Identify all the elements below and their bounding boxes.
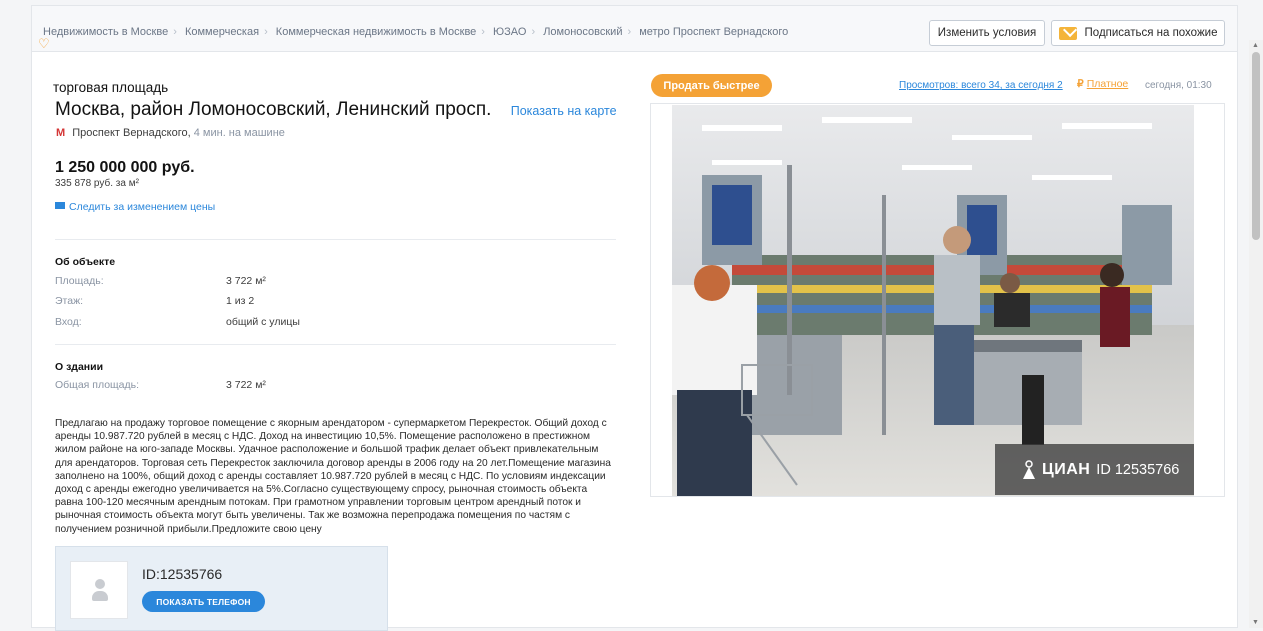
show-phone-button[interactable]: ПОКАЗАТЬ ТЕЛЕФОН (142, 591, 265, 612)
page-scrollbar[interactable]: ▲ ▼ (1249, 40, 1263, 628)
breadcrumb-item[interactable]: Ломоносовский (543, 26, 622, 38)
contact-card: ID:12535766 ПОКАЗАТЬ ТЕЛЕФОН (55, 546, 388, 631)
cian-watermark: ЦИАН ID 12535766 (995, 444, 1194, 495)
metro-station: Проспект Вернадского, (72, 127, 191, 139)
avatar (70, 561, 128, 619)
metro-info: M Проспект Вернадского, 4 мин. на машине (56, 127, 285, 139)
watch-price-link[interactable]: Следить за изменением цены (55, 201, 215, 213)
price-per-m2: 335 878 руб. за м² (55, 178, 139, 189)
breadcrumb-item[interactable]: метро Проспект Вернадского (639, 26, 788, 38)
listing-description: Предлагаю на продажу торговое помещение … (55, 418, 611, 535)
supermarket-photo-illustration (672, 105, 1194, 496)
show-on-map-link[interactable]: Показать на карте (511, 104, 617, 118)
price: 1 250 000 000 руб. (55, 159, 195, 176)
breadcrumb-item[interactable]: Коммерческая недвижимость в Москве (276, 26, 477, 38)
subscribe-similar-label: Подписаться на похожие (1084, 27, 1218, 39)
envelope-icon (55, 202, 65, 209)
change-conditions-label: Изменить условия (937, 27, 1037, 39)
breadcrumb-separator: › (531, 26, 536, 38)
scrollbar-thumb[interactable] (1252, 52, 1260, 240)
divider (55, 239, 616, 240)
info-value: 1 из 2 (226, 295, 255, 307)
listing-page: Недвижимость в Москве › Коммерческая › Ком… (31, 5, 1238, 631)
publish-date: сегодня, 01:30 (1145, 80, 1212, 91)
breadcrumb-item[interactable]: Коммерческая (185, 26, 259, 38)
subscribe-similar-button[interactable]: Подписаться на похожие (1051, 20, 1225, 46)
address-text: Москва, район Ломоносовский, Ленинский п… (55, 99, 492, 120)
cian-logo-text: ЦИАН (1042, 460, 1091, 478)
breadcrumb-separator: › (264, 26, 268, 38)
metro-distance: 4 мин. на машине (193, 127, 285, 139)
info-value: 3 722 м² (226, 275, 266, 287)
info-key: Этаж: (55, 295, 84, 307)
listing-photo[interactable]: ЦИАН ID 12535766 (672, 105, 1194, 496)
favorite-heart-icon[interactable]: ♡ (38, 36, 50, 52)
info-key: Площадь: (55, 275, 104, 287)
info-value: 3 722 м² (226, 379, 266, 391)
info-key: Вход: (55, 316, 82, 328)
listing-address: Москва, район Ломоносовский, Ленинский п… (55, 99, 617, 121)
ruble-icon: ₽ (1077, 78, 1084, 90)
paid-badge[interactable]: ₽ Платное (1077, 78, 1128, 90)
user-placeholder-icon (92, 579, 108, 601)
breadcrumb-separator: › (481, 26, 485, 38)
breadcrumb-item[interactable]: Недвижимость в Москве (43, 26, 168, 38)
info-key: Общая площадь: (55, 379, 140, 391)
change-conditions-button[interactable]: Изменить условия (929, 20, 1045, 46)
views-stats-link[interactable]: Просмотров: всего 34, за сегодня 2 (899, 80, 1063, 91)
contact-id: ID:12535766 (142, 566, 223, 582)
listing-type: торговая площадь (53, 80, 169, 95)
about-building-title: О здании (55, 361, 104, 373)
divider (55, 344, 616, 345)
sell-faster-button[interactable]: Продать быстрее (651, 74, 772, 97)
about-object-title: Об объекте (55, 256, 116, 268)
breadcrumb-item[interactable]: ЮЗАО (493, 26, 526, 38)
info-value: общий с улицы (226, 316, 300, 328)
paid-label: Платное (1086, 78, 1129, 90)
metro-icon: M (56, 127, 66, 139)
watch-price-label: Следить за изменением цены (69, 201, 216, 213)
envelope-icon (1058, 26, 1077, 40)
watermark-id: ID 12535766 (1096, 461, 1180, 478)
photo-gallery[interactable]: ЦИАН ID 12535766 (650, 103, 1225, 497)
scroll-down-icon[interactable]: ▼ (1252, 619, 1259, 626)
location-pin-icon (1023, 459, 1035, 479)
breadcrumb-separator: › (627, 26, 632, 38)
breadcrumb-separator: › (173, 26, 177, 38)
breadcrumb: Недвижимость в Москве › Коммерческая › Ком… (43, 26, 788, 38)
scroll-up-icon[interactable]: ▲ (1252, 42, 1259, 49)
top-bar: Недвижимость в Москве › Коммерческая › Ком… (32, 6, 1237, 52)
